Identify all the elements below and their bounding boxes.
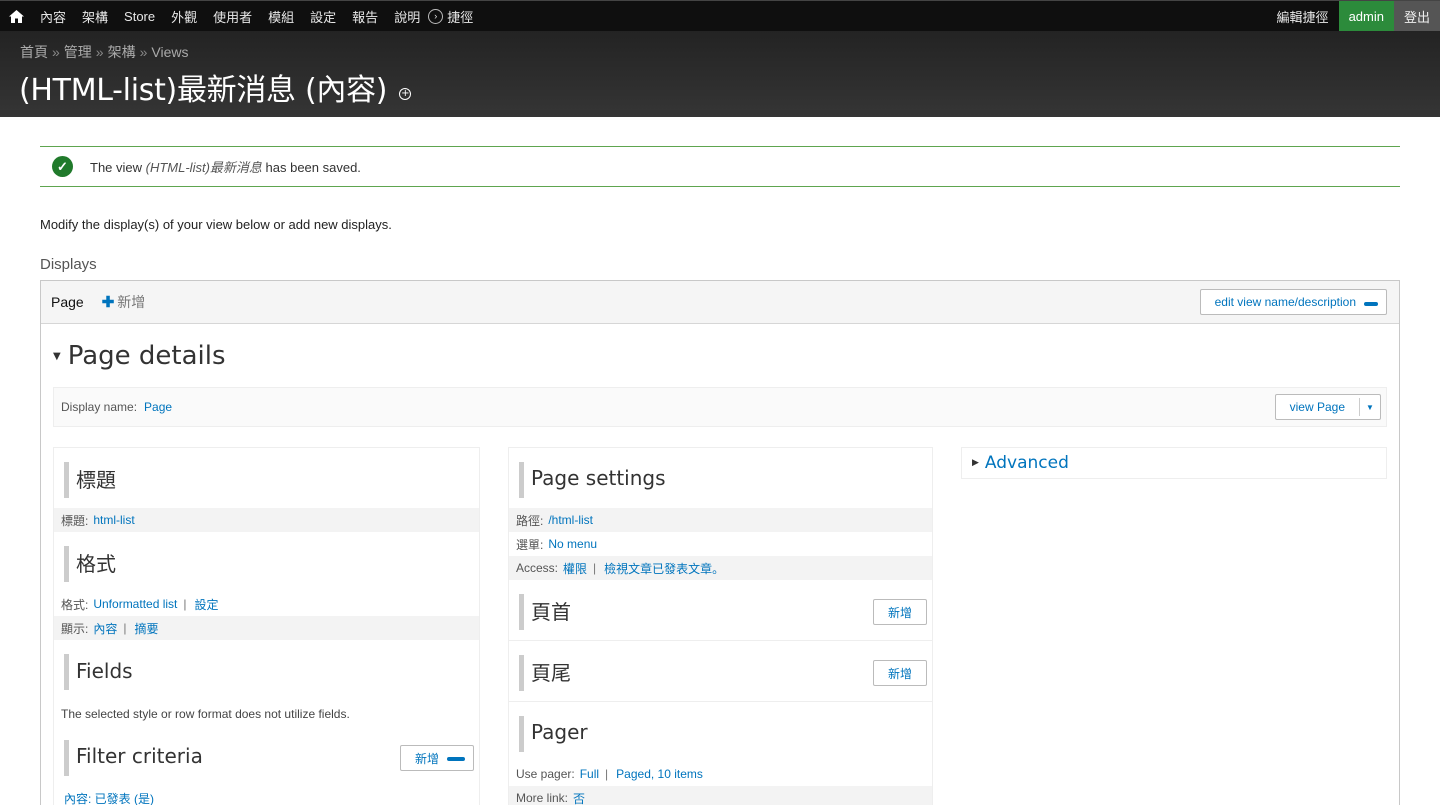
column-first: 標題 標題: html-list 格式 格式: Unformatted list | 設… bbox=[53, 447, 480, 805]
header-section: 頁首 新增 bbox=[508, 580, 933, 641]
title-value-link[interactable]: html-list bbox=[93, 513, 134, 527]
add-filter-button[interactable]: 新增 bbox=[399, 745, 474, 771]
path-row: 路徑:/html-list bbox=[509, 508, 932, 532]
menu-link[interactable]: No menu bbox=[548, 537, 597, 551]
show-row: 顯示: 內容 | 摘要 bbox=[54, 616, 479, 640]
title-heading: 標題 bbox=[76, 467, 116, 492]
filter-heading: Filter criteria bbox=[76, 744, 203, 768]
displays-box: Page ✚ 新增 edit view name/description ▼ Pag… bbox=[40, 280, 1400, 805]
filter-section: Filter criteria 新增 內容: 已發表 (是) bbox=[53, 726, 480, 805]
status-message: ✓ The view (HTML-list)最新消息 has been save… bbox=[40, 146, 1400, 187]
display-name-link[interactable]: Page bbox=[144, 400, 172, 414]
fields-heading: Fields bbox=[76, 659, 133, 683]
check-icon: ✓ bbox=[52, 156, 73, 177]
add-display-button[interactable]: ✚ 新增 bbox=[102, 292, 146, 312]
display-name-label: Display name: bbox=[61, 400, 138, 414]
toolbar-item-people[interactable]: 使用者 bbox=[205, 7, 260, 26]
breadcrumb: 首頁» 管理» 架構» Views bbox=[20, 42, 188, 62]
shortcuts-label: 捷徑 bbox=[447, 9, 474, 25]
edit-shortcuts-link[interactable]: 編輯捷徑 bbox=[1267, 7, 1339, 26]
status-view-name: (HTML-list)最新消息 bbox=[145, 160, 262, 175]
filter-item-link[interactable]: 內容: 已發表 (是) bbox=[64, 790, 154, 805]
show-settings-link[interactable]: 摘要 bbox=[134, 620, 158, 637]
show-value-link[interactable]: 內容 bbox=[93, 620, 117, 637]
page-header: 首頁» 管理» 架構» Views (HTML-list)最新消息 (內容) + bbox=[0, 31, 1440, 117]
menu-row: 選單: No menu bbox=[516, 537, 598, 552]
toolbar-item-config[interactable]: 設定 bbox=[302, 7, 344, 26]
chevron-down-icon[interactable]: ▼ bbox=[1360, 403, 1380, 412]
toolbar-menu: 內容 架構 Store 外觀 使用者 模組 設定 報告 說明 bbox=[32, 7, 428, 26]
displays-label: Displays bbox=[40, 256, 97, 273]
fields-note-row: The selected style or row format does no… bbox=[61, 707, 350, 721]
user-account-link[interactable]: admin bbox=[1338, 1, 1394, 31]
breadcrumb-separator: » bbox=[139, 44, 148, 60]
tab-page[interactable]: Page bbox=[51, 294, 84, 310]
toolbar-item-modules[interactable]: 模組 bbox=[260, 7, 302, 26]
access-detail-link[interactable]: 檢視文章已發表文章。 bbox=[604, 560, 724, 577]
toolbar-item-appearance[interactable]: 外觀 bbox=[163, 7, 205, 26]
page-settings-section: Page settings 路徑:/html-list 選單: No menu A… bbox=[508, 447, 933, 580]
pager-heading: Pager bbox=[531, 720, 588, 744]
title-row: 標題: html-list bbox=[54, 508, 479, 532]
use-pager-row: Use pager: Full | Paged, 10 items bbox=[516, 767, 703, 781]
format-heading: 格式 bbox=[76, 551, 116, 576]
format-row: 格式: Unformatted list | 設定 bbox=[61, 596, 219, 613]
footer-section: 頁尾 新增 bbox=[508, 641, 933, 702]
breadcrumb-structure[interactable]: 架構 bbox=[108, 44, 136, 60]
edit-view-name-button[interactable]: edit view name/description bbox=[1199, 289, 1387, 315]
footer-heading: 頁尾 bbox=[531, 660, 571, 685]
shortcuts-toggle[interactable]: › 捷徑 bbox=[428, 7, 481, 26]
breadcrumb-separator: » bbox=[52, 44, 60, 60]
format-section: 格式 格式: Unformatted list | 設定 顯示: 內容 | 摘要 bbox=[53, 532, 480, 640]
page-settings-heading: Page settings bbox=[531, 466, 666, 490]
triangle-down-icon: ▼ bbox=[53, 350, 61, 362]
page-details-toggle[interactable]: ▼ Page details bbox=[53, 341, 226, 371]
page-title: (HTML-list)最新消息 (內容) + bbox=[19, 65, 412, 109]
add-header-button[interactable]: 新增 bbox=[872, 599, 927, 625]
add-shortcut-icon[interactable]: + bbox=[399, 88, 412, 100]
plus-icon: ✚ bbox=[101, 294, 115, 311]
page-title-text: (HTML-list)最新消息 (內容) bbox=[19, 73, 388, 108]
display-tabs: Page ✚ 新增 edit view name/description bbox=[41, 281, 1399, 324]
logout-link[interactable]: 登出 bbox=[1393, 1, 1440, 31]
display-name-row: Display name: Page view Page ▼ bbox=[53, 387, 1387, 427]
use-pager-link[interactable]: Full bbox=[580, 767, 599, 781]
intro-text: Modify the display(s) of your view below… bbox=[40, 217, 392, 232]
more-link-value[interactable]: 否 bbox=[573, 790, 585, 805]
view-page-button[interactable]: view Page ▼ bbox=[1274, 394, 1381, 420]
more-link-row: More link: 否 bbox=[509, 786, 932, 805]
path-link[interactable]: /html-list bbox=[548, 513, 593, 527]
breadcrumb-admin[interactable]: 管理 bbox=[64, 44, 92, 60]
breadcrumb-home[interactable]: 首頁 bbox=[20, 44, 48, 60]
access-link[interactable]: 權限 bbox=[563, 560, 587, 577]
title-section: 標題 標題: html-list bbox=[53, 447, 480, 532]
fields-section: Fields The selected style or row format … bbox=[53, 640, 480, 726]
toolbar-item-store[interactable]: Store bbox=[116, 9, 163, 24]
dropdown-icon bbox=[1364, 302, 1378, 306]
advanced-toggle[interactable]: ▶ Advanced bbox=[961, 447, 1387, 479]
toolbar-item-help[interactable]: 說明 bbox=[386, 7, 428, 26]
header-heading: 頁首 bbox=[531, 599, 571, 624]
status-text: The view (HTML-list)最新消息 has been saved. bbox=[90, 160, 361, 175]
pager-section: Pager Use pager: Full | Paged, 10 items Mor… bbox=[508, 702, 933, 805]
dropdown-icon bbox=[447, 757, 465, 761]
toolbar-item-reports[interactable]: 報告 bbox=[344, 7, 386, 26]
format-settings-link[interactable]: 設定 bbox=[195, 596, 219, 613]
home-icon[interactable] bbox=[0, 1, 32, 31]
toolbar-item-structure[interactable]: 架構 bbox=[74, 7, 116, 26]
triangle-right-icon: ▶ bbox=[972, 458, 979, 468]
toolbar-item-content[interactable]: 內容 bbox=[32, 7, 74, 26]
chevron-right-icon: › bbox=[428, 8, 444, 24]
column-third: ▶ Advanced bbox=[961, 447, 1387, 479]
column-second: Page settings 路徑:/html-list 選單: No menu A… bbox=[508, 447, 933, 805]
admin-toolbar: 內容 架構 Store 外觀 使用者 模組 設定 報告 說明 › 捷徑 編輯捷徑… bbox=[0, 0, 1440, 31]
access-row: Access: 權限 | 檢視文章已發表文章。 bbox=[509, 556, 932, 580]
breadcrumb-separator: » bbox=[95, 44, 104, 60]
pager-detail-link[interactable]: Paged, 10 items bbox=[616, 767, 703, 781]
breadcrumb-views[interactable]: Views bbox=[151, 44, 188, 60]
format-value-link[interactable]: Unformatted list bbox=[93, 597, 177, 611]
add-footer-button[interactable]: 新增 bbox=[872, 660, 927, 686]
filter-item-row: 內容: 已發表 (是) bbox=[54, 786, 479, 805]
toolbar-user-area: 編輯捷徑 admin 登出 bbox=[1267, 1, 1440, 31]
